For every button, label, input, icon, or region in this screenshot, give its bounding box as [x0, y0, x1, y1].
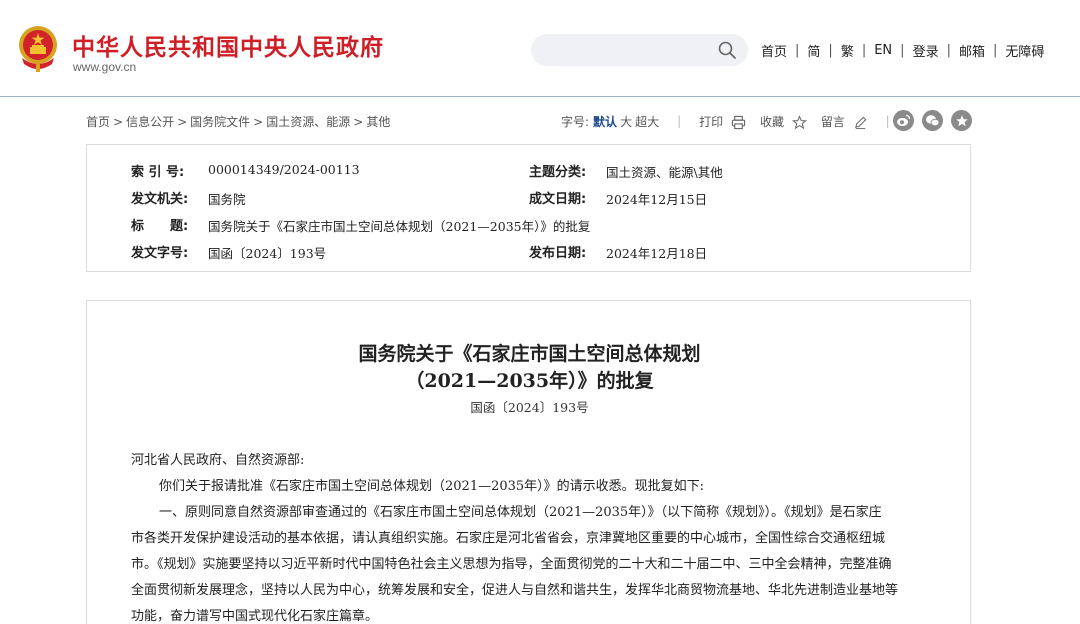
weibo-glyph-icon: [897, 114, 911, 126]
nav-simplified[interactable]: 简: [807, 41, 820, 60]
star-circle-icon[interactable]: [951, 110, 972, 131]
nav-mailbox[interactable]: 邮箱: [959, 41, 985, 60]
comment-button[interactable]: 留言: [821, 113, 868, 130]
printer-icon: [731, 115, 746, 129]
star-glyph-icon: [955, 114, 968, 126]
nav-separator: |: [795, 43, 800, 58]
title-value: 国务院关于《石家庄市国土空间总体规划（2021—2035年）》的批复: [208, 219, 591, 234]
font-size-label: 字号:: [561, 114, 590, 129]
breadcrumb-home[interactable]: 首页: [86, 115, 110, 129]
breadcrumb-state-council-docs[interactable]: 国务院文件: [190, 115, 250, 129]
font-size-default[interactable]: 默认: [593, 113, 617, 130]
nav-separator: |: [828, 43, 833, 58]
breadcrumb-info-public[interactable]: 信息公开: [126, 115, 174, 129]
title-label: 标 题:: [131, 219, 189, 234]
search-icon[interactable]: [717, 40, 737, 60]
tool-separator: |: [885, 114, 890, 128]
breadcrumb-other[interactable]: 其他: [366, 115, 390, 129]
created-date-value: 2024年12月15日: [606, 192, 708, 207]
nav-traditional[interactable]: 繁: [841, 41, 854, 60]
breadcrumb-separator: >: [353, 115, 364, 129]
doc-number-value: 国函〔2024〕193号: [208, 246, 327, 261]
wechat-glyph-icon: [926, 115, 940, 127]
print-label: 打印: [699, 114, 724, 129]
font-size-xlarge[interactable]: 超大: [635, 113, 659, 130]
index-number-value: 000014349/2024-00113: [208, 162, 360, 177]
breadcrumb-land-energy[interactable]: 国土资源、能源: [266, 115, 350, 129]
nav-separator: |: [900, 43, 905, 58]
article-paragraph: 一、原则同意自然资源部审查通过的《石家庄市国土空间总体规划（2021—2035年…: [159, 505, 882, 520]
publish-date-label: 发布日期:: [529, 246, 587, 261]
article-paragraph: 市。《规划》实施要坚持以习近平新时代中国特色社会主义思想为指导，全面贯彻党的二十…: [131, 557, 892, 572]
publish-date-value: 2024年12月18日: [606, 246, 708, 261]
document-info-table: 索 引 号: 000014349/2024-00113 主题分类: 国土资源、能…: [86, 144, 971, 272]
print-button[interactable]: 打印: [699, 113, 746, 130]
issuer-label: 发文机关:: [131, 192, 189, 207]
breadcrumb-separator: >: [113, 115, 124, 129]
nav-login[interactable]: 登录: [913, 41, 939, 60]
star-icon: [791, 114, 807, 129]
nav-home[interactable]: 首页: [761, 41, 787, 60]
breadcrumb: 首页 > 信息公开 > 国务院文件 > 国土资源、能源 > 其他: [86, 113, 390, 130]
article-paragraph: 功能，奋力谱写中国式现代化石家庄篇章。: [131, 609, 379, 624]
index-number-label: 索 引 号:: [131, 165, 185, 180]
created-date-label: 成文日期:: [529, 192, 587, 207]
weibo-icon[interactable]: [893, 110, 914, 131]
nav-separator: |: [992, 43, 998, 58]
article-doc-number: 国函〔2024〕193号: [470, 400, 589, 415]
site-title[interactable]: 中华人民共和国中央人民政府: [72, 28, 384, 62]
article-salutation: 河北省人民政府、自然资源部:: [131, 453, 305, 468]
breadcrumb-separator: >: [253, 115, 264, 129]
search-input[interactable]: [531, 34, 748, 66]
page-tools: 字号: 默认 大 超大 | 打印 收藏 留言 |: [561, 111, 908, 131]
article-paragraph: 全面贯彻新发展理念，坚持以人民为中心，统筹发展和安全，促进人与自然和谐共生，发挥…: [131, 583, 899, 598]
pencil-icon: [854, 116, 867, 129]
tool-separator: |: [677, 114, 682, 128]
national-emblem-icon[interactable]: [16, 24, 60, 74]
site-domain: www.gov.cn: [73, 60, 137, 74]
article-title-line1: 国务院关于《石家庄市国土空间总体规划: [358, 343, 701, 365]
issuer-value: 国务院: [208, 192, 246, 207]
breadcrumb-separator: >: [177, 115, 188, 129]
category-value: 国土资源、能源\其他: [606, 165, 723, 180]
article-paragraph: 市各类开发保护建设活动的基本依据，请认真组织实施。石家庄是河北省省会，京津冀地区…: [131, 531, 886, 546]
top-nav: 首页 | 简 | 繁 | EN | 登录 | 邮箱 | 无障碍: [761, 41, 1044, 60]
site-header: 中华人民共和国中央人民政府 www.gov.cn 首页 | 简 | 繁 | EN | 登…: [0, 0, 1080, 97]
nav-separator: |: [861, 43, 867, 58]
category-label: 主题分类:: [529, 165, 587, 180]
favorite-label: 收藏: [759, 114, 784, 129]
favorite-button[interactable]: 收藏: [760, 113, 807, 130]
doc-number-label: 发文字号:: [131, 246, 189, 261]
article-paragraph: 你们关于报请批准《石家庄市国土空间总体规划（2021—2035年）》的请示收悉。…: [159, 479, 705, 494]
nav-separator: |: [946, 43, 951, 58]
nav-english[interactable]: EN: [874, 43, 892, 58]
article-title-line2: （2021—2035年）》的批复: [405, 370, 654, 392]
comment-label: 留言: [820, 114, 845, 129]
font-size-large[interactable]: 大: [620, 113, 632, 130]
nav-accessibility[interactable]: 无障碍: [1005, 41, 1044, 60]
wechat-icon[interactable]: [922, 110, 943, 131]
article-body: 国务院关于《石家庄市国土空间总体规划 （2021—2035年）》的批复 国函〔2…: [86, 300, 971, 624]
